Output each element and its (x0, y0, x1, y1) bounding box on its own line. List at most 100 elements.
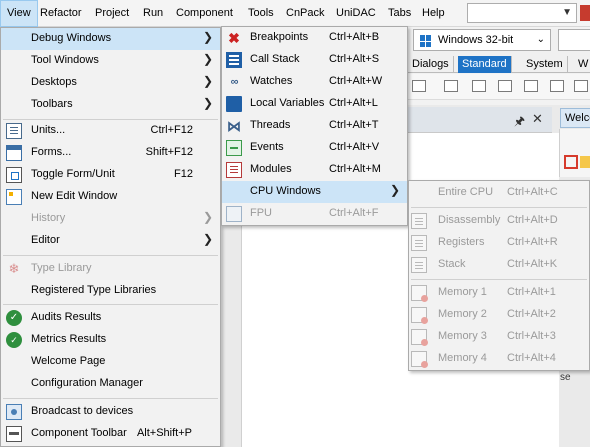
menu-separator (3, 304, 218, 305)
folder-icon[interactable] (580, 156, 590, 168)
menu-item-label: Configuration Manager (31, 377, 143, 389)
menu-item-events[interactable]: Events Ctrl+Alt+V (222, 137, 407, 159)
menu-item-desktops[interactable]: Desktops ❯ (1, 72, 220, 94)
pin-icon[interactable]: 🖈 (514, 112, 525, 133)
platform-label: Windows 32-bit (438, 34, 514, 46)
menu-item-tool-windows[interactable]: Tool Windows ❯ (1, 50, 220, 72)
component-icon[interactable] (498, 80, 512, 92)
menu-project[interactable]: Project (89, 0, 135, 27)
menu-item-audits-results[interactable]: ✓ Audits Results (1, 307, 220, 329)
menu-item-label: Memory 4 (438, 352, 487, 364)
platform-combo[interactable]: Windows 32-bit ⌄ (413, 29, 551, 51)
menu-run[interactable]: Run (137, 0, 169, 27)
menu-item-fpu: FPU Ctrl+Alt+F (222, 203, 407, 225)
menu-item-broadcast-to-devices[interactable]: Broadcast to devices (1, 401, 220, 423)
menu-item-label: Entire CPU (438, 186, 494, 198)
menu-component[interactable]: Component (170, 0, 239, 27)
menu-item-shortcut: Ctrl+Alt+L (329, 97, 378, 109)
palette-tab-dialogs[interactable]: Dialogs (408, 56, 454, 73)
welcome-tab[interactable]: Welco (560, 108, 590, 128)
menu-unidac[interactable]: UniDAC (330, 0, 382, 27)
menu-help[interactable]: Help (416, 0, 451, 27)
chevron-right-icon: ❯ (390, 183, 401, 197)
chevron-right-icon: ❯ (203, 74, 214, 88)
toolbar-icon[interactable] (580, 5, 590, 21)
menu-item-cpu-windows[interactable]: CPU Windows ❯ (222, 181, 407, 203)
component-icon[interactable] (574, 80, 588, 92)
menu-item-editor[interactable]: Editor ❯ (1, 230, 220, 252)
registers-icon (411, 235, 427, 251)
menu-item-label: History (31, 212, 66, 224)
menu-item-toggle-form-unit[interactable]: Toggle Form/Unit F12 (1, 164, 220, 186)
chevron-right-icon: ❯ (203, 96, 214, 110)
config-combo[interactable] (558, 29, 590, 51)
menu-view[interactable]: View (0, 0, 38, 27)
menu-item-entire-cpu: Entire CPU Ctrl+Alt+C (409, 182, 589, 204)
menu-item-shortcut: Alt+Shift+P (136, 427, 192, 439)
palette-tab-system[interactable]: System (522, 56, 568, 73)
disassembly-icon (411, 213, 427, 229)
desktop-layout-combo[interactable]: ▼ (467, 3, 577, 23)
breakpoints-icon: ✖ (228, 30, 240, 46)
welcome-text-fragment: se (560, 372, 571, 383)
menu-item-label: Registered Type Libraries (31, 284, 157, 296)
menu-separator (411, 207, 587, 208)
menu-item-watches[interactable]: ∞ Watches Ctrl+Alt+W (222, 71, 407, 93)
menu-item-label: CPU Windows (250, 185, 321, 197)
menu-item-label: Breakpoints (250, 31, 309, 43)
windows-icon (420, 35, 432, 47)
stack-icon (411, 257, 427, 273)
memory-icon (411, 329, 428, 346)
menu-item-toolbars[interactable]: Toolbars ❯ (1, 94, 220, 116)
menu-item-shortcut: Ctrl+Alt+F (329, 207, 379, 219)
menu-item-stack: Stack Ctrl+Alt+K (409, 254, 589, 276)
menu-item-forms[interactable]: Forms... Shift+F12 (1, 142, 220, 164)
menu-item-new-edit-window[interactable]: New Edit Window (1, 186, 220, 208)
component-icon[interactable] (444, 80, 458, 92)
menu-item-label: Threads (250, 119, 291, 131)
welcome-toolbar (559, 129, 590, 177)
menu-refactor[interactable]: Refactor (34, 0, 88, 27)
menu-item-memory-4: Memory 4 Ctrl+Alt+4 (409, 348, 589, 370)
menu-item-call-stack[interactable]: Call Stack Ctrl+Alt+S (222, 49, 407, 71)
menu-item-label: Tool Windows (31, 54, 99, 66)
menu-item-label: Editor (31, 234, 60, 246)
menu-item-configuration-manager[interactable]: Configuration Manager (1, 373, 220, 395)
menu-item-label: Modules (250, 163, 292, 175)
menu-item-welcome-page[interactable]: Welcome Page (1, 351, 220, 373)
menu-tools[interactable]: Tools (242, 0, 280, 27)
palette-tab-win[interactable]: W (574, 56, 590, 73)
component-icon[interactable] (550, 80, 564, 92)
menu-item-shortcut: Shift+F12 (145, 146, 193, 158)
chevron-right-icon: ❯ (203, 232, 214, 246)
menu-item-breakpoints[interactable]: ✖ Breakpoints Ctrl+Alt+B (222, 27, 407, 49)
menu-item-label: Type Library (31, 262, 92, 274)
menu-item-registers: Registers Ctrl+Alt+R (409, 232, 589, 254)
close-icon[interactable]: ✕ (532, 111, 543, 127)
menu-item-label: Component Toolbar (31, 427, 127, 439)
menu-item-modules[interactable]: Modules Ctrl+Alt+M (222, 159, 407, 181)
menu-item-metrics-results[interactable]: ✓ Metrics Results (1, 329, 220, 351)
close-icon[interactable] (564, 155, 578, 169)
menu-item-units[interactable]: Units... Ctrl+F12 (1, 120, 220, 142)
menu-tabs[interactable]: Tabs (382, 0, 417, 27)
menu-item-label: Desktops (31, 76, 77, 88)
menu-item-component-toolbar[interactable]: Component Toolbar Alt+Shift+P (1, 423, 220, 445)
menu-item-registered-type-libraries[interactable]: Registered Type Libraries (1, 280, 220, 302)
menu-item-label: Watches (250, 75, 293, 87)
menu-cnpack[interactable]: CnPack (280, 0, 331, 27)
menu-item-shortcut: Ctrl+Alt+D (507, 214, 558, 226)
component-icon[interactable] (472, 80, 486, 92)
forms-icon (6, 145, 22, 161)
menu-item-shortcut: Ctrl+Alt+V (329, 141, 380, 153)
menu-item-label: Toggle Form/Unit (31, 168, 115, 180)
menu-item-threads[interactable]: ⋈ Threads Ctrl+Alt+T (222, 115, 407, 137)
component-icon[interactable] (412, 80, 426, 92)
component-icon[interactable] (524, 80, 538, 92)
menu-item-shortcut: Ctrl+Alt+T (329, 119, 379, 131)
menu-separator (3, 398, 218, 399)
palette-tab-standard[interactable]: Standard (458, 56, 512, 73)
menu-item-label: Broadcast to devices (31, 405, 134, 417)
menu-item-debug-windows[interactable]: Debug Windows ❯ (1, 28, 220, 50)
menu-item-local-variables[interactable]: Local Variables Ctrl+Alt+L (222, 93, 407, 115)
